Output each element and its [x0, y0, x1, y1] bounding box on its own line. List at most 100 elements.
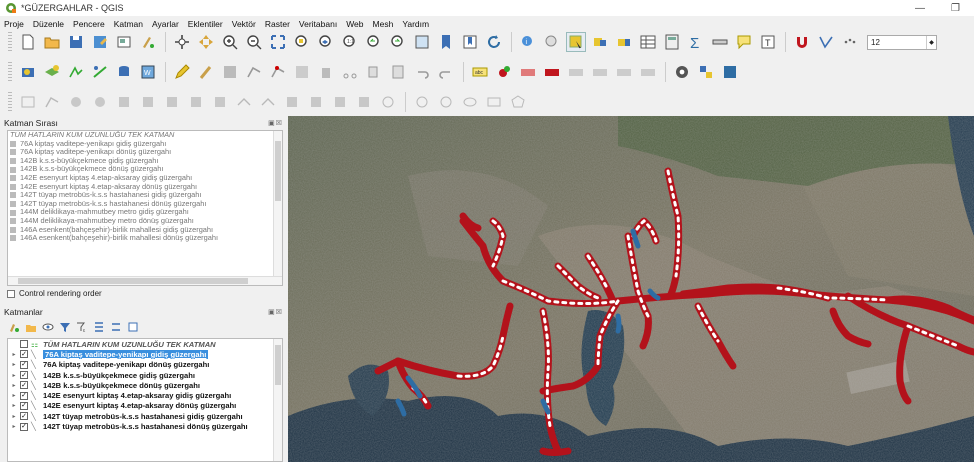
filter-icon[interactable] [59, 321, 71, 333]
print-layout-button[interactable] [114, 32, 134, 52]
cut-button[interactable] [340, 62, 360, 82]
layer-visibility-checkbox[interactable]: ✓ [20, 360, 28, 369]
open-project-button[interactable] [42, 32, 62, 52]
pin-labels-button[interactable] [518, 62, 538, 82]
pan-button[interactable] [172, 32, 192, 52]
deselect-button[interactable] [590, 32, 610, 52]
layer-row[interactable]: ▸ ✓ ╲ 142E esenyurt kiptaş 4.etap-aksara… [8, 401, 282, 411]
layer-row[interactable]: ▸ ✓ ╲ 142T tüyap metrobüs-k.s.s hastahan… [8, 421, 282, 431]
map-canvas-svg[interactable] [288, 116, 974, 462]
save-project-button[interactable] [66, 32, 86, 52]
new-map-view-button[interactable] [412, 32, 432, 52]
expand-arrow-icon[interactable]: ▸ [10, 413, 18, 420]
expand-arrow-icon[interactable]: ▸ [10, 351, 18, 358]
add-wms-button[interactable]: W [138, 62, 158, 82]
polygon-tool-button[interactable] [508, 92, 528, 112]
expand-arrow-icon[interactable]: ▸ [10, 382, 18, 389]
ellipse-tool-button[interactable] [460, 92, 480, 112]
add-database-button[interactable] [114, 62, 134, 82]
maximize-button[interactable]: ❐ [951, 3, 960, 14]
change-label-button[interactable] [614, 62, 634, 82]
expand-arrow-icon[interactable]: ▸ [10, 402, 18, 409]
select-by-value-button[interactable] [614, 32, 634, 52]
delete-selected-button[interactable] [316, 62, 336, 82]
layer-styling-icon[interactable] [8, 321, 20, 333]
fill-ring-button[interactable] [162, 92, 182, 112]
identify-button[interactable]: i [518, 32, 538, 52]
add-delimited-button[interactable] [90, 62, 110, 82]
attribute-table-button[interactable] [638, 32, 658, 52]
add-part-button[interactable] [138, 92, 158, 112]
layer-visibility-checkbox[interactable]: ✓ [20, 391, 28, 400]
data-source-manager-button[interactable] [18, 62, 38, 82]
map-canvas[interactable] [288, 116, 974, 462]
shape-digitize-button[interactable] [412, 92, 432, 112]
bookmark-button[interactable] [436, 32, 456, 52]
vertical-scrollbar[interactable] [273, 131, 282, 285]
list-item[interactable]: 146A esenkent(bahçeşehir)-birlik mahalle… [8, 234, 282, 243]
paste-button[interactable] [388, 62, 408, 82]
control-rendering-order[interactable]: Control rendering order [7, 289, 102, 298]
show-hide-labels-button[interactable] [542, 62, 562, 82]
toolbar-handle[interactable] [8, 92, 12, 112]
control-rendering-checkbox[interactable] [7, 289, 15, 298]
redo-button[interactable] [436, 62, 456, 82]
split-parts-button[interactable] [306, 92, 326, 112]
label-props-button[interactable] [638, 62, 658, 82]
toolbar-handle[interactable] [8, 62, 12, 82]
expand-all-icon[interactable] [93, 321, 105, 333]
collapse-all-icon[interactable] [110, 321, 122, 333]
zoom-layer-button[interactable] [316, 32, 336, 52]
select-features-button[interactable] [566, 32, 586, 52]
refresh-button[interactable] [484, 32, 504, 52]
layer-row[interactable]: ▸ ✓ ╲ 142E esenyurt kiptaş 4.etap-aksara… [8, 390, 282, 400]
snapping-button[interactable] [792, 32, 812, 52]
zoom-selection-button[interactable] [292, 32, 312, 52]
text-annotation-button[interactable]: T [758, 32, 778, 52]
pan-to-selection-button[interactable] [196, 32, 216, 52]
reshape-button[interactable] [234, 92, 254, 112]
layer-visibility-checkbox[interactable]: ✓ [20, 350, 28, 359]
rotate-feature-button[interactable] [90, 92, 110, 112]
help-button[interactable] [720, 62, 740, 82]
vertical-scrollbar[interactable] [273, 339, 282, 461]
layers-tree[interactable]: ⚏ TÜM HATLARIN KUM UZUNLUĞU TEK KATMAN ▸… [7, 338, 283, 462]
panel-float-close-icon[interactable]: ▣☒ [268, 119, 283, 127]
horizontal-scrollbar[interactable] [8, 276, 282, 285]
add-vector-button[interactable] [66, 62, 86, 82]
measure-button[interactable] [710, 32, 730, 52]
field-calculator-button[interactable] [662, 32, 682, 52]
layer-visibility-checkbox[interactable]: ✓ [20, 412, 28, 421]
layer-row[interactable]: ▸ ✓ ╲ 76A kiptaş vaditepe-yenikapı dönüş… [8, 360, 282, 370]
vertex-tool-button[interactable] [268, 62, 288, 82]
delete-ring-button[interactable] [186, 92, 206, 112]
expand-arrow-icon[interactable]: ▸ [10, 392, 18, 399]
map-tips-button[interactable] [734, 32, 754, 52]
style-manager-button[interactable] [138, 32, 158, 52]
advanced-digitize-button[interactable] [18, 92, 38, 112]
save-as-button[interactable] [90, 32, 110, 52]
circle-tool-button[interactable] [436, 92, 456, 112]
layer-row[interactable]: ▸ ✓ ╲ 142B k.s.s-büyükçekmece gidiş güze… [8, 370, 282, 380]
zoom-next-button[interactable] [388, 32, 408, 52]
show-bookmarks-button[interactable] [460, 32, 480, 52]
merge-features-button[interactable] [330, 92, 350, 112]
processing-toolbox-button[interactable] [672, 62, 692, 82]
layer-visibility-checkbox[interactable]: ✓ [20, 381, 28, 390]
digitize-button[interactable] [244, 62, 264, 82]
minimize-button[interactable]: — [915, 3, 925, 14]
zoom-last-button[interactable] [364, 32, 384, 52]
new-project-button[interactable] [18, 32, 38, 52]
undo-button[interactable] [412, 62, 432, 82]
snap-tolerance-spinbox[interactable]: 12 ◆ [867, 34, 937, 50]
move-label-button[interactable] [566, 62, 586, 82]
split-features-button[interactable] [282, 92, 302, 112]
scrollbar-thumb[interactable] [275, 141, 281, 201]
rotate-symbols-button[interactable] [378, 92, 398, 112]
snap-vertex-button[interactable] [816, 32, 836, 52]
label-tool-button[interactable]: abc [470, 62, 490, 82]
toggle-editing-button[interactable] [196, 62, 216, 82]
panel-float-close-icon[interactable]: ▣☒ [268, 308, 283, 316]
layer-visibility-checkbox[interactable]: ✓ [20, 401, 28, 410]
snap-tolerance-button[interactable] [840, 32, 860, 52]
